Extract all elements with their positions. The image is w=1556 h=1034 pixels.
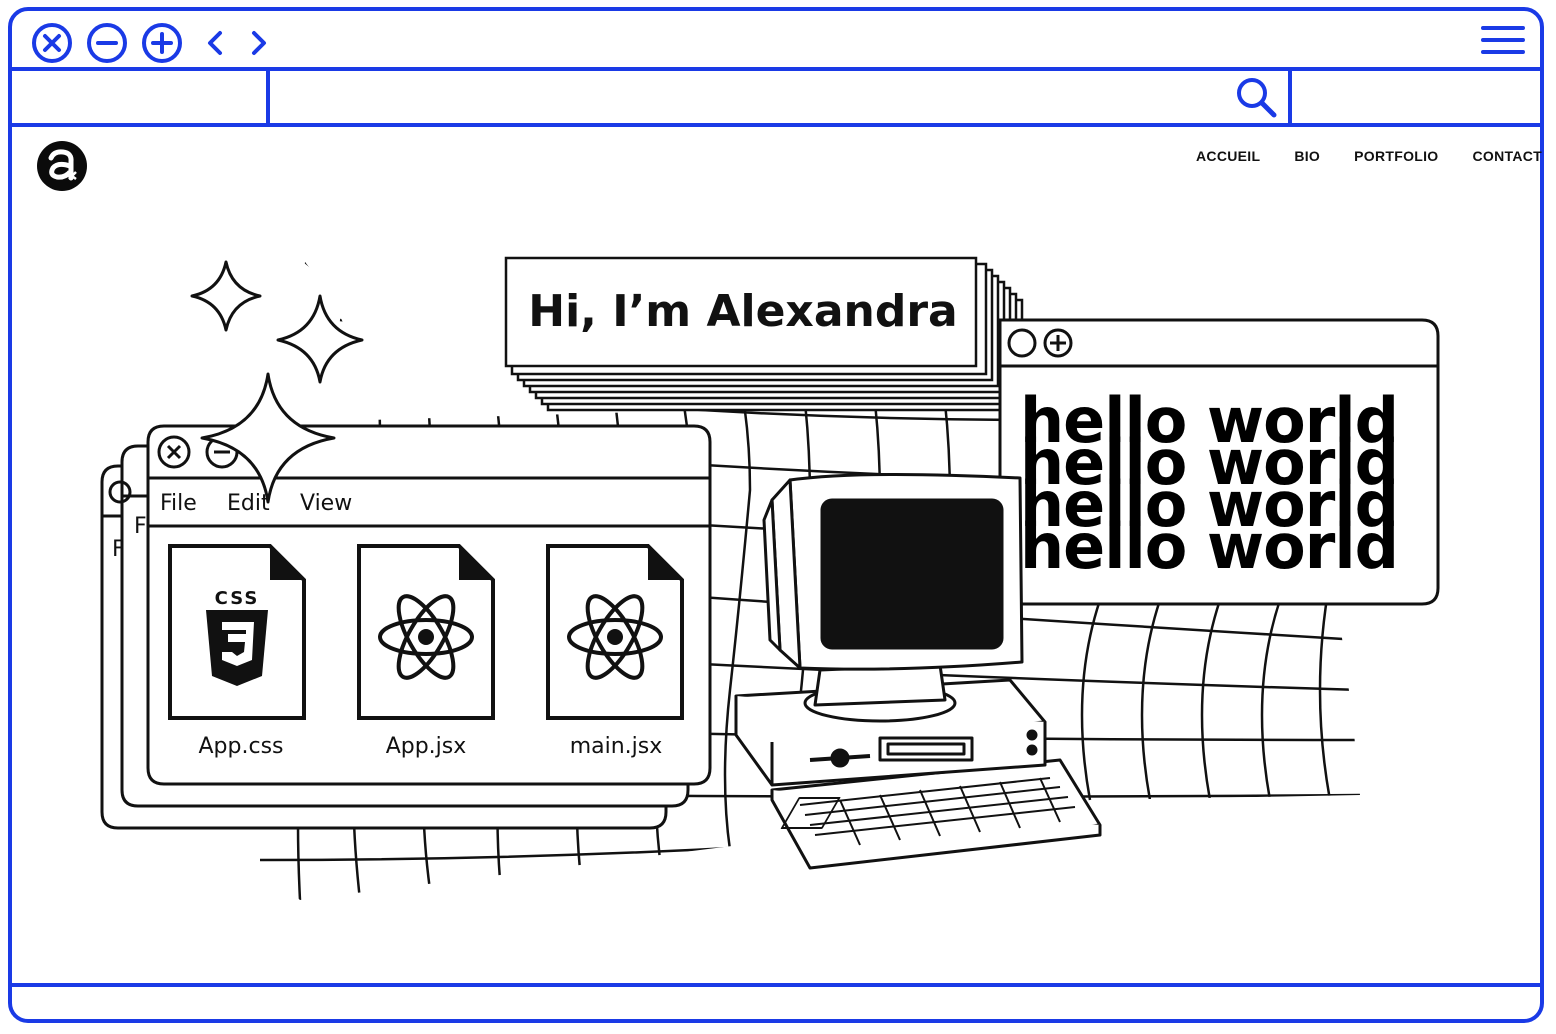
svg-text:CSS: CSS xyxy=(215,588,260,609)
file-name-app-css: App.css xyxy=(199,734,284,759)
sparkle-medium-icon xyxy=(276,294,364,384)
svg-text:F: F xyxy=(112,537,125,562)
sparkle-small-icon xyxy=(190,260,262,332)
file-name-main-jsx: main.jsx xyxy=(570,734,663,759)
menu-file[interactable]: File xyxy=(160,491,197,516)
menu-view[interactable]: View xyxy=(300,491,352,516)
greeting-text: Hi, I’m Alexandra xyxy=(528,286,957,337)
svg-text:F: F xyxy=(134,514,147,539)
css3-file-icon: CSS xyxy=(206,588,268,686)
menu-edit[interactable]: Edit xyxy=(227,491,270,516)
hello-line-4: hello world xyxy=(1020,510,1398,583)
file-menu: File Edit View xyxy=(160,491,352,516)
hello-world-text-block: hello world hello world hello world hell… xyxy=(1020,384,1399,583)
hero-illustration: Hi, I’m Alexandra hello world hello worl… xyxy=(100,256,1440,900)
sparkle-decoration xyxy=(190,260,364,384)
file-name-app-jsx: App.jsx xyxy=(386,734,467,759)
